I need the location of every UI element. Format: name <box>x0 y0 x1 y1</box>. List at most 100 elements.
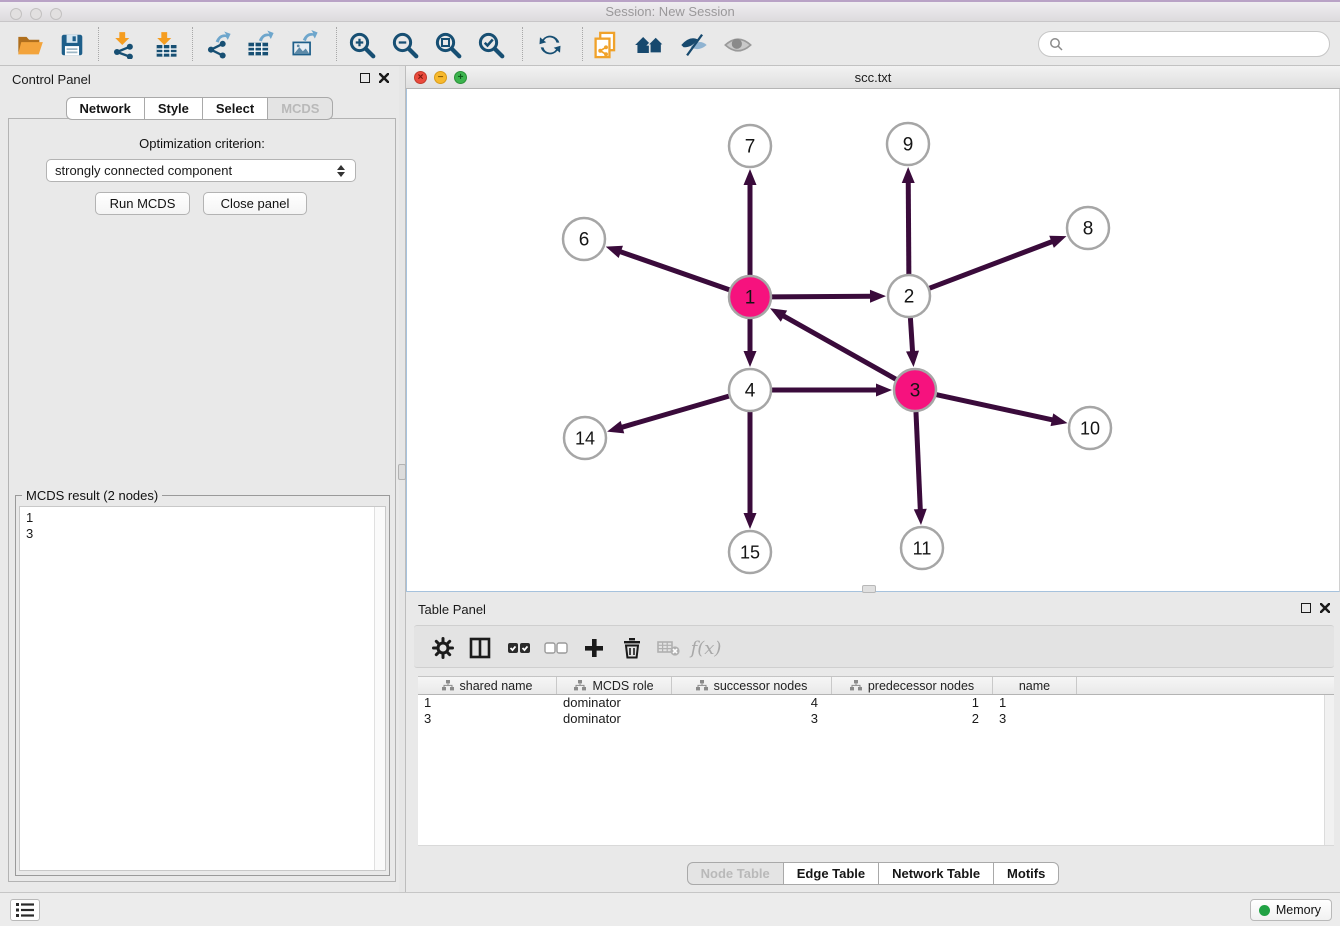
select-all-columns-icon[interactable] <box>503 632 535 664</box>
edge-1-6[interactable] <box>619 251 729 290</box>
vertical-splitter[interactable] <box>399 66 406 892</box>
window-titlebar: Session: New Session <box>0 0 1340 22</box>
toolbar-separator <box>582 27 583 61</box>
hierarchy-icon <box>442 680 454 691</box>
result-line: 1 <box>20 510 385 526</box>
export-image-icon[interactable] <box>288 29 320 61</box>
mcds-result-title: MCDS result (2 nodes) <box>22 488 162 503</box>
refresh-icon[interactable] <box>534 29 566 61</box>
show-all-icon[interactable] <box>722 29 754 61</box>
criterion-dropdown[interactable]: strongly connected component <box>46 159 356 182</box>
mcds-result-group: MCDS result (2 nodes) 13 <box>15 495 390 876</box>
network-window-titlebar: × − + scc.txt <box>406 66 1340 89</box>
zoom-fit-icon[interactable] <box>432 29 464 61</box>
delete-table-icon[interactable] <box>653 632 685 664</box>
close-panel-button[interactable]: Close panel <box>203 192 307 215</box>
tab-mcds[interactable]: MCDS <box>267 97 333 120</box>
edge-4-14[interactable] <box>621 396 729 428</box>
edge-2-9[interactable] <box>908 181 909 274</box>
save-session-icon[interactable] <box>56 29 88 61</box>
edge-1-2[interactable] <box>772 296 872 297</box>
edge-3-10[interactable] <box>936 395 1053 420</box>
table-scrollbar[interactable] <box>1324 695 1334 845</box>
cell-name[interactable]: 1 <box>993 695 1077 711</box>
table-row[interactable]: 1dominator411 <box>418 695 1334 711</box>
table-rows: 1dominator4113dominator323 <box>418 695 1334 727</box>
float-table-panel-icon[interactable] <box>1301 603 1311 613</box>
edge-2-8[interactable] <box>930 241 1054 288</box>
splitter-grip[interactable] <box>398 464 406 480</box>
node-label-15: 15 <box>740 543 760 563</box>
node-label-6: 6 <box>579 230 590 251</box>
table-row[interactable]: 3dominator323 <box>418 711 1334 727</box>
open-file-icon[interactable] <box>14 29 46 61</box>
hierarchy-icon <box>696 680 708 691</box>
float-panel-icon[interactable] <box>360 73 370 83</box>
cell-predecessor-nodes[interactable]: 2 <box>832 711 993 727</box>
mcds-result-lines: 13 <box>20 507 385 542</box>
run-mcds-button[interactable]: Run MCDS <box>95 192 190 215</box>
cell-shared-name[interactable]: 1 <box>418 695 557 711</box>
edge-2-3[interactable] <box>910 318 912 353</box>
cell-successor-nodes[interactable]: 3 <box>672 711 832 727</box>
import-network-icon[interactable] <box>108 29 140 61</box>
tab-network-table[interactable]: Network Table <box>878 862 994 885</box>
list-icon <box>16 903 34 917</box>
table-body: 1dominator4113dominator323 <box>418 695 1334 846</box>
column-header-successor-nodes[interactable]: successor nodes <box>672 677 832 694</box>
table-settings-icon[interactable] <box>427 632 459 664</box>
mcds-result-textarea[interactable]: 13 <box>19 506 386 871</box>
search-input[interactable] <box>1069 37 1319 52</box>
node-label-2: 2 <box>904 287 915 308</box>
function-builder-icon[interactable]: f(x) <box>690 632 722 664</box>
tab-style[interactable]: Style <box>144 97 203 120</box>
edge-arrowhead <box>744 351 757 367</box>
close-table-panel-icon[interactable] <box>1320 603 1330 613</box>
table-panel: Table Panel <box>406 596 1340 892</box>
tab-network[interactable]: Network <box>66 97 145 120</box>
close-panel-icon[interactable] <box>379 73 389 83</box>
toolbar-separator <box>192 27 193 61</box>
split-view-icon[interactable] <box>464 632 496 664</box>
network-canvas[interactable]: 1234678910111415 <box>406 89 1340 592</box>
window-title: Session: New Session <box>0 4 1340 19</box>
tab-node-table[interactable]: Node Table <box>687 862 784 885</box>
tab-select[interactable]: Select <box>202 97 268 120</box>
export-network-icon[interactable] <box>202 29 234 61</box>
network-graph: 1234678910111415 <box>407 89 1339 591</box>
cell-successor-nodes[interactable]: 4 <box>672 695 832 711</box>
zoom-in-icon[interactable] <box>346 29 378 61</box>
column-header-shared-name[interactable]: shared name <box>418 677 557 694</box>
memory-button[interactable]: Memory <box>1250 899 1332 921</box>
delete-column-icon[interactable] <box>616 632 648 664</box>
cell-mcds-role[interactable]: dominator <box>557 711 672 727</box>
edge-arrowhead <box>914 509 927 525</box>
clone-network-icon[interactable] <box>590 29 622 61</box>
column-header-mcds-role[interactable]: MCDS role <box>557 677 672 694</box>
result-scrollbar[interactable] <box>374 507 385 870</box>
cell-predecessor-nodes[interactable]: 1 <box>832 695 993 711</box>
cell-shared-name[interactable]: 3 <box>418 711 557 727</box>
column-header-predecessor-nodes[interactable]: predecessor nodes <box>832 677 993 694</box>
tab-motifs[interactable]: Motifs <box>993 862 1059 885</box>
deselect-all-columns-icon[interactable] <box>540 632 572 664</box>
hide-selected-icon[interactable] <box>678 29 710 61</box>
import-table-icon[interactable] <box>150 29 182 61</box>
edge-3-11[interactable] <box>916 412 920 511</box>
task-history-button[interactable] <box>10 899 40 921</box>
network-view-window: × − + scc.txt 1234678910111415 <box>406 66 1340 592</box>
add-column-icon[interactable] <box>578 632 610 664</box>
column-header-name[interactable]: name <box>993 677 1077 694</box>
tab-edge-table[interactable]: Edge Table <box>783 862 879 885</box>
optimization-criterion-label: Optimization criterion: <box>9 136 395 151</box>
zoom-selected-icon[interactable] <box>475 29 507 61</box>
cell-name[interactable]: 3 <box>993 711 1077 727</box>
toolbar-separator <box>522 27 523 61</box>
zoom-out-icon[interactable] <box>389 29 421 61</box>
first-neighbors-icon[interactable] <box>634 29 666 61</box>
cell-mcds-role[interactable]: dominator <box>557 695 672 711</box>
search-box <box>1038 31 1330 57</box>
export-table-icon[interactable] <box>244 29 276 61</box>
edge-3-1[interactable] <box>782 315 896 379</box>
canvas-resize-grip[interactable] <box>862 585 876 593</box>
